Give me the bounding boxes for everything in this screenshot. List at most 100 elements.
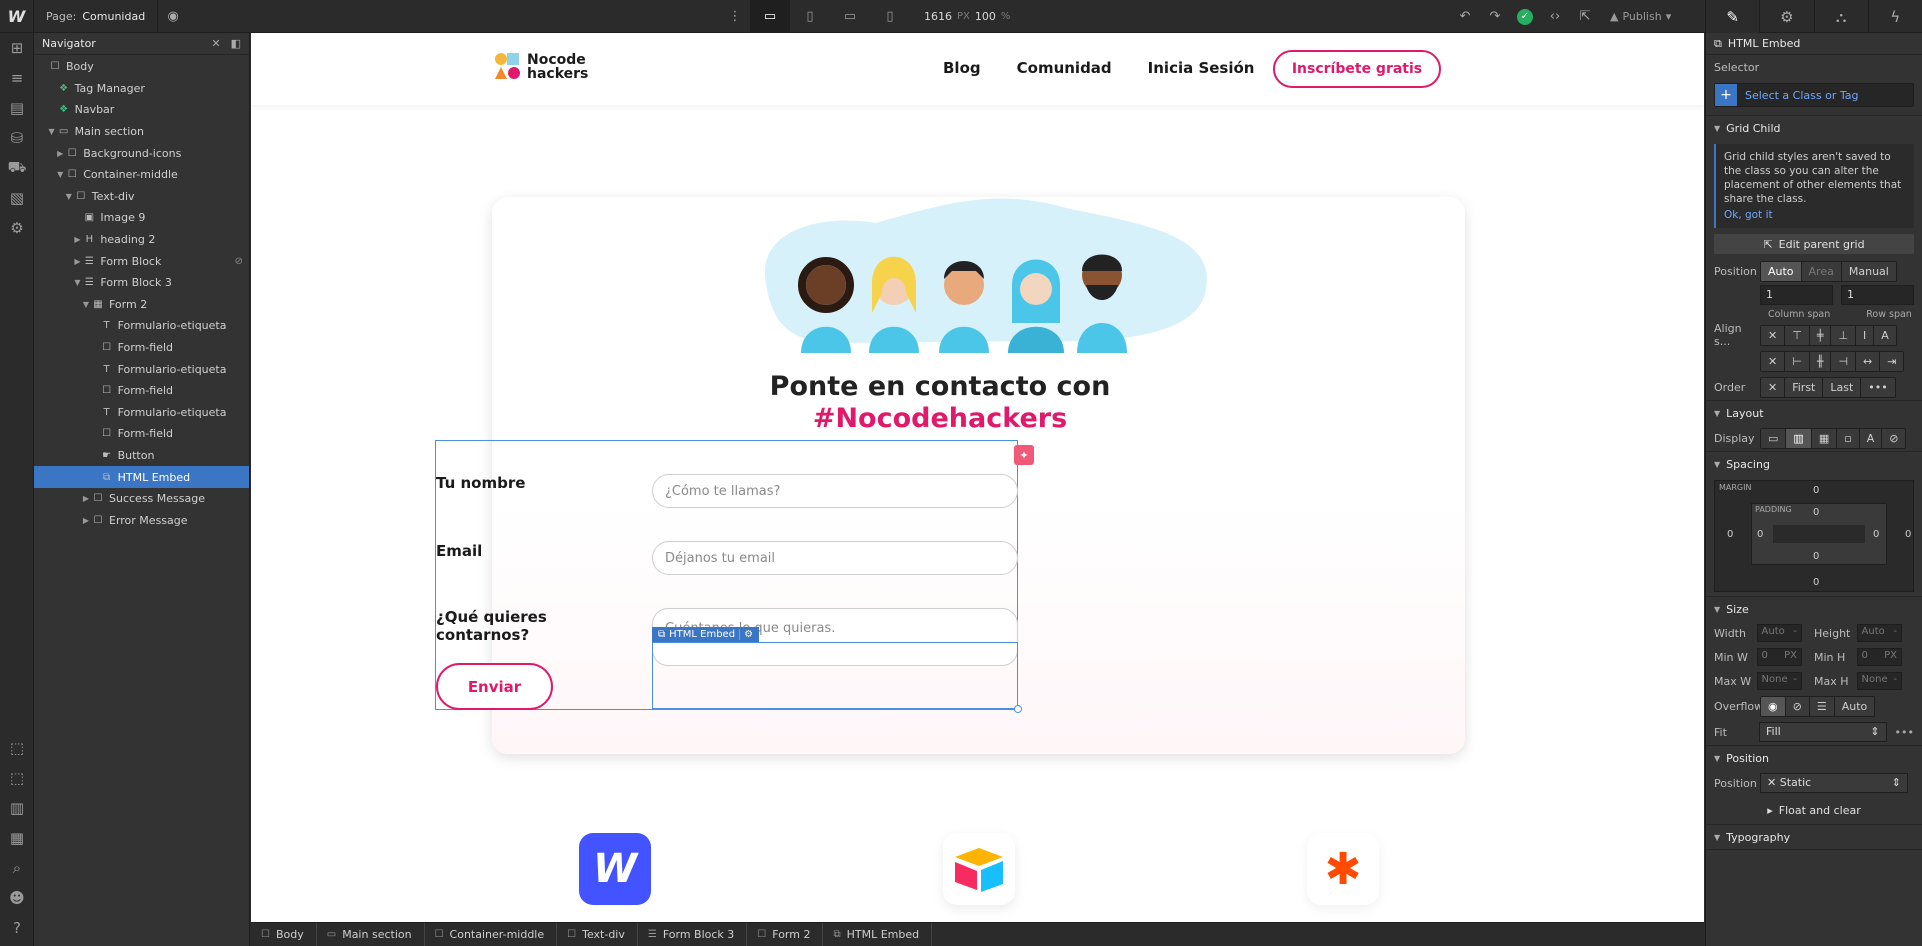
display-inline-block-icon[interactable]: ▫ [1837,428,1860,448]
navigator-item[interactable]: ❖ Navbar [34,99,249,121]
display-flex-icon[interactable]: ▥ [1786,428,1812,448]
caret-down-icon[interactable]: ▼ [72,278,82,287]
display-inline-icon[interactable]: A [1859,428,1883,448]
caret-down-icon[interactable]: ▼ [47,127,57,136]
padding-top-value[interactable]: 0 [1813,507,1819,518]
redo-icon[interactable]: ↷ [1480,0,1510,33]
menu-link-login[interactable]: Inicia Sesión [1148,59,1255,77]
navigator-item[interactable]: ▼ ▭ Main section [34,121,249,143]
navigator-item[interactable]: ▣ Image 9 [34,207,249,229]
undo-icon[interactable]: ↶ [1450,0,1480,33]
tablet-icon[interactable]: ▯ [790,0,830,33]
align-baseline-icon[interactable]: A [1874,325,1896,345]
assets-icon[interactable]: ▧ [0,183,34,213]
margin-left-value[interactable]: 0 [1727,529,1733,540]
justify-right-icon[interactable]: ⊣ [1831,351,1857,371]
margin-bottom-value[interactable]: 0 [1813,577,1819,588]
preview-select-icon[interactable]: ⬚ [0,763,34,793]
navigator-item[interactable]: T Formulario-etiqueta [34,358,249,380]
justify-left-icon[interactable]: ⊢ [1785,351,1810,371]
align-center-icon[interactable]: ╪ [1809,325,1832,345]
ecommerce-cart-icon[interactable]: ⛟ [0,153,34,183]
align-bottom-icon[interactable]: ⊥ [1831,325,1857,345]
max-height-input[interactable]: None - [1856,672,1902,690]
menu-link-blog[interactable]: Blog [943,59,981,77]
pages-icon[interactable]: ▤ [0,93,34,123]
column-span-input[interactable]: 1 [1760,285,1833,305]
embed-widget-icon[interactable]: ✦ [1014,445,1034,465]
height-input[interactable]: Auto - [1856,624,1902,642]
caret-right-icon[interactable]: ▶ [72,257,82,266]
publish-button[interactable]: ▲ Publish ▾ [1600,10,1681,23]
close-icon[interactable]: ✕ [211,37,220,50]
position-header[interactable]: ▼ Position [1706,746,1922,770]
navigator-item[interactable]: ☐ Form-field [34,380,249,402]
navigator-item[interactable]: ☛ Button [34,445,249,467]
navigator-item[interactable]: ❖ Tag Manager [34,78,249,100]
navigator-item[interactable]: ▼ ▦ Form 2 [34,294,249,316]
navigator-item[interactable]: ▼ ☰ Form Block 3 [34,272,249,294]
collaborators-icon[interactable]: ☻ [0,883,34,913]
typography-header[interactable]: ▼ Typography [1706,825,1922,849]
fit-select[interactable]: Fill ⇕ [1759,722,1887,742]
resize-handle[interactable] [1014,705,1022,713]
canvas-dimensions[interactable]: 1616 PX 100 % [910,10,1010,23]
breadcrumb-item[interactable]: ☐ Form 2 [747,922,824,946]
email-input[interactable]: Déjanos tu email [652,541,1018,575]
grid-overlay-icon[interactable]: ▥ [0,793,34,823]
navigator-item[interactable]: T Formulario-etiqueta [34,402,249,424]
caret-down-icon[interactable]: ▼ [64,192,74,201]
padding-right-value[interactable]: 0 [1873,529,1879,540]
signup-button[interactable]: Inscríbete gratis [1273,50,1441,88]
hidden-eye-icon[interactable]: ⊘ [235,256,243,267]
display-grid-icon[interactable]: ▦ [1811,428,1838,448]
float-and-clear-toggle[interactable]: ▸ Float and clear [1714,800,1914,820]
align-stretch-icon[interactable]: I [1856,325,1875,345]
min-width-input[interactable]: 0 PX [1756,648,1802,666]
navigator-item[interactable]: ⧉ HTML Embed [34,466,249,488]
navigator-item[interactable]: ▶ ☰ Form Block ⊘ [34,250,249,272]
menu-link-comunidad[interactable]: Comunidad [1017,59,1112,77]
navigator-item[interactable]: ▶ Hheading 2 [34,229,249,251]
min-height-input[interactable]: 0 PX [1856,648,1902,666]
grid-child-header[interactable]: ▼ Grid Child [1706,116,1922,140]
edit-parent-grid-button[interactable]: ⇱ Edit parent grid [1714,234,1914,254]
embed-settings-gear-icon[interactable]: ⚙ [739,629,753,640]
position-auto-option[interactable]: Auto [1761,261,1802,281]
justify-stretch-icon[interactable]: ↔ [1856,351,1881,371]
display-none-icon[interactable]: ⊘ [1882,428,1906,448]
desktop-star-icon[interactable]: ▭ [750,0,790,33]
justify-center-icon[interactable]: ╫ [1809,351,1832,371]
navigator-item[interactable]: ☐ Form-field [34,423,249,445]
navigator-item[interactable]: T Formulario-etiqueta [34,315,249,337]
breadcrumb-item[interactable]: ▭ Main section [317,922,425,946]
padding-bottom-value[interactable]: 0 [1813,551,1819,562]
margin-right-value[interactable]: 0 [1905,529,1911,540]
caret-down-icon[interactable]: ▼ [81,300,91,309]
html-embed-badge[interactable]: ⧉ HTML Embed ⚙ [652,627,760,642]
position-area-option[interactable]: Area [1801,261,1842,281]
overflow-scroll-icon[interactable]: ☰ [1809,696,1835,716]
breadcrumb-item[interactable]: ⧉ HTML Embed [823,922,933,946]
navigator-item[interactable]: ☐ Form-field [34,337,249,359]
preview-eye-icon[interactable]: ◉ [158,0,188,33]
padding-left-value[interactable]: 0 [1757,529,1763,540]
overflow-hidden-icon[interactable]: ⊘ [1785,696,1810,716]
interactions-bolt-icon[interactable]: ϟ [1867,0,1922,33]
navigator-item[interactable]: ▼ ☐ Container-middle [34,164,249,186]
display-block-icon[interactable]: ▭ [1761,428,1787,448]
mobile-landscape-icon[interactable]: ▭ [830,0,870,33]
breadcrumb-item[interactable]: ☐ Text-div [557,922,638,946]
caret-right-icon[interactable]: ▶ [72,235,82,244]
add-panel-icon[interactable]: ⊞ [0,33,34,63]
html-embed-selected[interactable] [652,642,1018,709]
navigator-item[interactable]: ▼ ☐ Text-div [34,186,249,208]
export-icon[interactable]: ⇱ [1570,0,1600,33]
order-last-option[interactable]: Last [1823,377,1862,397]
grid-note-ok-link[interactable]: Ok, got it [1724,208,1906,222]
settings-gear-icon[interactable]: ⚙ [1759,0,1813,33]
audit-icon[interactable]: ▦ [0,823,34,853]
caret-right-icon[interactable]: ▶ [55,149,65,158]
submit-button[interactable]: Enviar [436,663,553,710]
navigator-item[interactable]: ▶ ☐ Error Message [34,509,249,531]
